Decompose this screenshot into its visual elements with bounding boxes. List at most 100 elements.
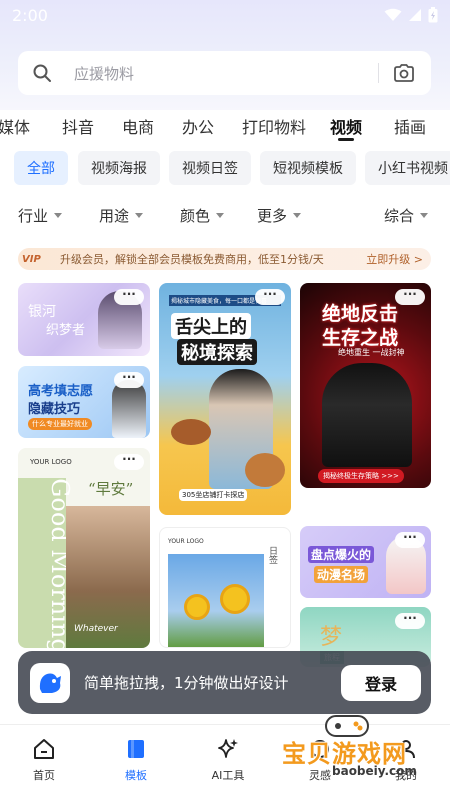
card-title: 高考填志愿 bbox=[28, 384, 94, 399]
category-tabs: 媒体 抖音 电商 办公 打印物料 视频 插画 bbox=[0, 108, 450, 141]
card-title: 动漫名场 bbox=[314, 566, 369, 583]
template-card[interactable]: 高考填志愿 隐藏技巧 什么专业最好就业 ··· bbox=[18, 366, 150, 438]
card-subtitle: 隐藏技巧 bbox=[28, 402, 81, 417]
nav-home[interactable]: 首页 bbox=[14, 737, 74, 783]
app-logo bbox=[30, 662, 70, 703]
card-title: 舌尖上的 bbox=[171, 313, 251, 339]
sparkle-icon bbox=[218, 739, 238, 758]
filter-label: 更多 bbox=[257, 207, 288, 225]
filter-label: 颜色 bbox=[180, 207, 211, 225]
card-title: 绝地反击 bbox=[322, 303, 399, 325]
card-text: 银河 bbox=[28, 304, 56, 320]
status-bar: 2:00 bbox=[0, 0, 450, 32]
toast-message: 简单拖拉拽，1分钟做出好设计 bbox=[84, 674, 289, 692]
card-quote: “早安” bbox=[88, 480, 134, 498]
more-options-button[interactable]: ··· bbox=[114, 371, 144, 388]
vip-banner-text: 升级会员，解锁全部会员模板免费商用，低至1分钱/天 bbox=[60, 253, 324, 266]
watermark-url: baobeiy.com bbox=[332, 764, 417, 778]
app-logo-icon bbox=[39, 673, 61, 693]
search-divider bbox=[378, 63, 379, 83]
card-signature: Whatever bbox=[74, 624, 118, 634]
filter-bar: 行业 用途 颜色 更多 综合 bbox=[0, 205, 450, 229]
caret-down-icon bbox=[216, 213, 225, 218]
home-icon bbox=[34, 739, 54, 759]
sunflower bbox=[220, 584, 250, 614]
template-card[interactable]: 盘点爆火的 动漫名场 ··· bbox=[300, 526, 431, 598]
search-input[interactable]: 应援物料 bbox=[74, 63, 378, 84]
vip-upgrade-link[interactable]: 立即升级 > bbox=[366, 251, 423, 267]
card-logo-text: YOUR LOGO bbox=[168, 538, 204, 545]
chip[interactable]: 视频海报 bbox=[78, 151, 160, 185]
more-options-button[interactable]: ··· bbox=[395, 531, 425, 548]
more-options-button[interactable]: ··· bbox=[395, 612, 425, 629]
filter-industry[interactable]: 行业 bbox=[18, 205, 63, 226]
chip-all[interactable]: 全部 bbox=[14, 151, 68, 185]
card-title: 生存之战 bbox=[322, 327, 399, 349]
active-tab-underline bbox=[338, 138, 354, 141]
food-image bbox=[245, 453, 285, 487]
nav-ai-tools[interactable]: AI工具 bbox=[198, 737, 258, 783]
card-title: 盘点爆火的 bbox=[308, 546, 375, 563]
search-bar[interactable]: 应援物料 bbox=[18, 51, 431, 95]
category-tab[interactable]: 媒体 bbox=[0, 114, 30, 138]
sunflower bbox=[184, 594, 210, 620]
vip-banner[interactable]: VIP 升级会员，解锁全部会员模板免费商用，低至1分钱/天 立即升级 > bbox=[18, 248, 431, 270]
card-button: 揭秘终极生存策略 >>> bbox=[318, 469, 404, 483]
nav-templates[interactable]: 模板 bbox=[106, 737, 166, 783]
chip[interactable]: 视频日签 bbox=[169, 151, 251, 185]
card-small: 什么专业最好就业 bbox=[28, 418, 92, 430]
cellular-icon bbox=[409, 9, 421, 21]
sort-dropdown[interactable]: 综合 bbox=[384, 205, 429, 226]
person-figure bbox=[322, 363, 412, 467]
template-card[interactable]: 揭秘城市隐藏美食，每一口都是惊喜 舌尖上的 秘境探索 305坐店铺打卡探店 ··… bbox=[159, 283, 291, 515]
filter-label: 用途 bbox=[99, 207, 130, 225]
more-options-button[interactable]: ··· bbox=[255, 288, 285, 305]
vip-badge: VIP bbox=[22, 253, 41, 265]
wifi-icon bbox=[384, 8, 402, 21]
caret-down-icon bbox=[420, 213, 429, 218]
card-text: 梦 bbox=[320, 625, 343, 650]
template-card[interactable]: 银河 织梦者 ··· bbox=[18, 283, 150, 356]
category-tab[interactable]: 抖音 bbox=[62, 114, 94, 138]
caret-down-icon bbox=[293, 213, 302, 218]
status-icons bbox=[384, 7, 438, 23]
nav-label: AI工具 bbox=[211, 769, 245, 782]
category-tab[interactable]: 打印物料 bbox=[242, 114, 306, 138]
caret-down-icon bbox=[54, 213, 63, 218]
nav-label: 首页 bbox=[33, 769, 55, 782]
template-card[interactable]: 绝地反击 生存之战 绝地重生 一战封神 揭秘终极生存策略 >>> ··· bbox=[300, 283, 431, 488]
login-button[interactable]: 登录 bbox=[341, 664, 421, 701]
chip[interactable]: 小红书视频 bbox=[365, 151, 450, 185]
card-title: 秘境探索 bbox=[177, 339, 257, 365]
card-bottom-text: 305坐店铺打卡探店 bbox=[179, 489, 248, 501]
template-card[interactable]: YOUR LOGO “早安” Good Morning Whatever ··· bbox=[18, 448, 150, 648]
more-options-button[interactable]: ··· bbox=[395, 288, 425, 305]
camera-icon[interactable] bbox=[393, 63, 415, 83]
filter-more[interactable]: 更多 bbox=[257, 205, 302, 226]
more-options-button[interactable]: ··· bbox=[114, 453, 144, 470]
sort-label: 综合 bbox=[384, 207, 415, 225]
card-logo-text: YOUR LOGO bbox=[30, 458, 72, 466]
login-prompt-toast: 简单拖拉拽，1分钟做出好设计 登录 bbox=[18, 651, 431, 714]
filter-label: 行业 bbox=[18, 207, 49, 225]
chip[interactable]: 短视频模板 bbox=[260, 151, 356, 185]
more-options-button[interactable]: ··· bbox=[114, 288, 144, 305]
nav-label: 模板 bbox=[125, 769, 147, 782]
caret-down-icon bbox=[135, 213, 144, 218]
card-text: 织梦者 bbox=[46, 323, 86, 338]
filter-usage[interactable]: 用途 bbox=[99, 205, 144, 226]
template-card[interactable]: YOUR LOGO 日签 bbox=[159, 527, 291, 648]
card-photo bbox=[168, 554, 264, 647]
category-tab[interactable]: 插画 bbox=[394, 114, 426, 138]
category-tab[interactable]: 电商 bbox=[122, 114, 154, 138]
card-subtitle: 绝地重生 一战封神 bbox=[338, 348, 405, 357]
template-icon bbox=[128, 740, 144, 758]
site-watermark: 宝贝游戏网 baobeiy.com bbox=[274, 712, 424, 792]
person-figure bbox=[112, 380, 146, 438]
battery-icon bbox=[428, 7, 438, 23]
category-tab[interactable]: 办公 bbox=[182, 114, 214, 138]
category-tab-active[interactable]: 视频 bbox=[330, 114, 362, 138]
food-image bbox=[171, 419, 211, 445]
filter-color[interactable]: 颜色 bbox=[180, 205, 225, 226]
subcategory-chips: 全部 视频海报 视频日签 短视频模板 小红书视频 bbox=[0, 151, 450, 185]
